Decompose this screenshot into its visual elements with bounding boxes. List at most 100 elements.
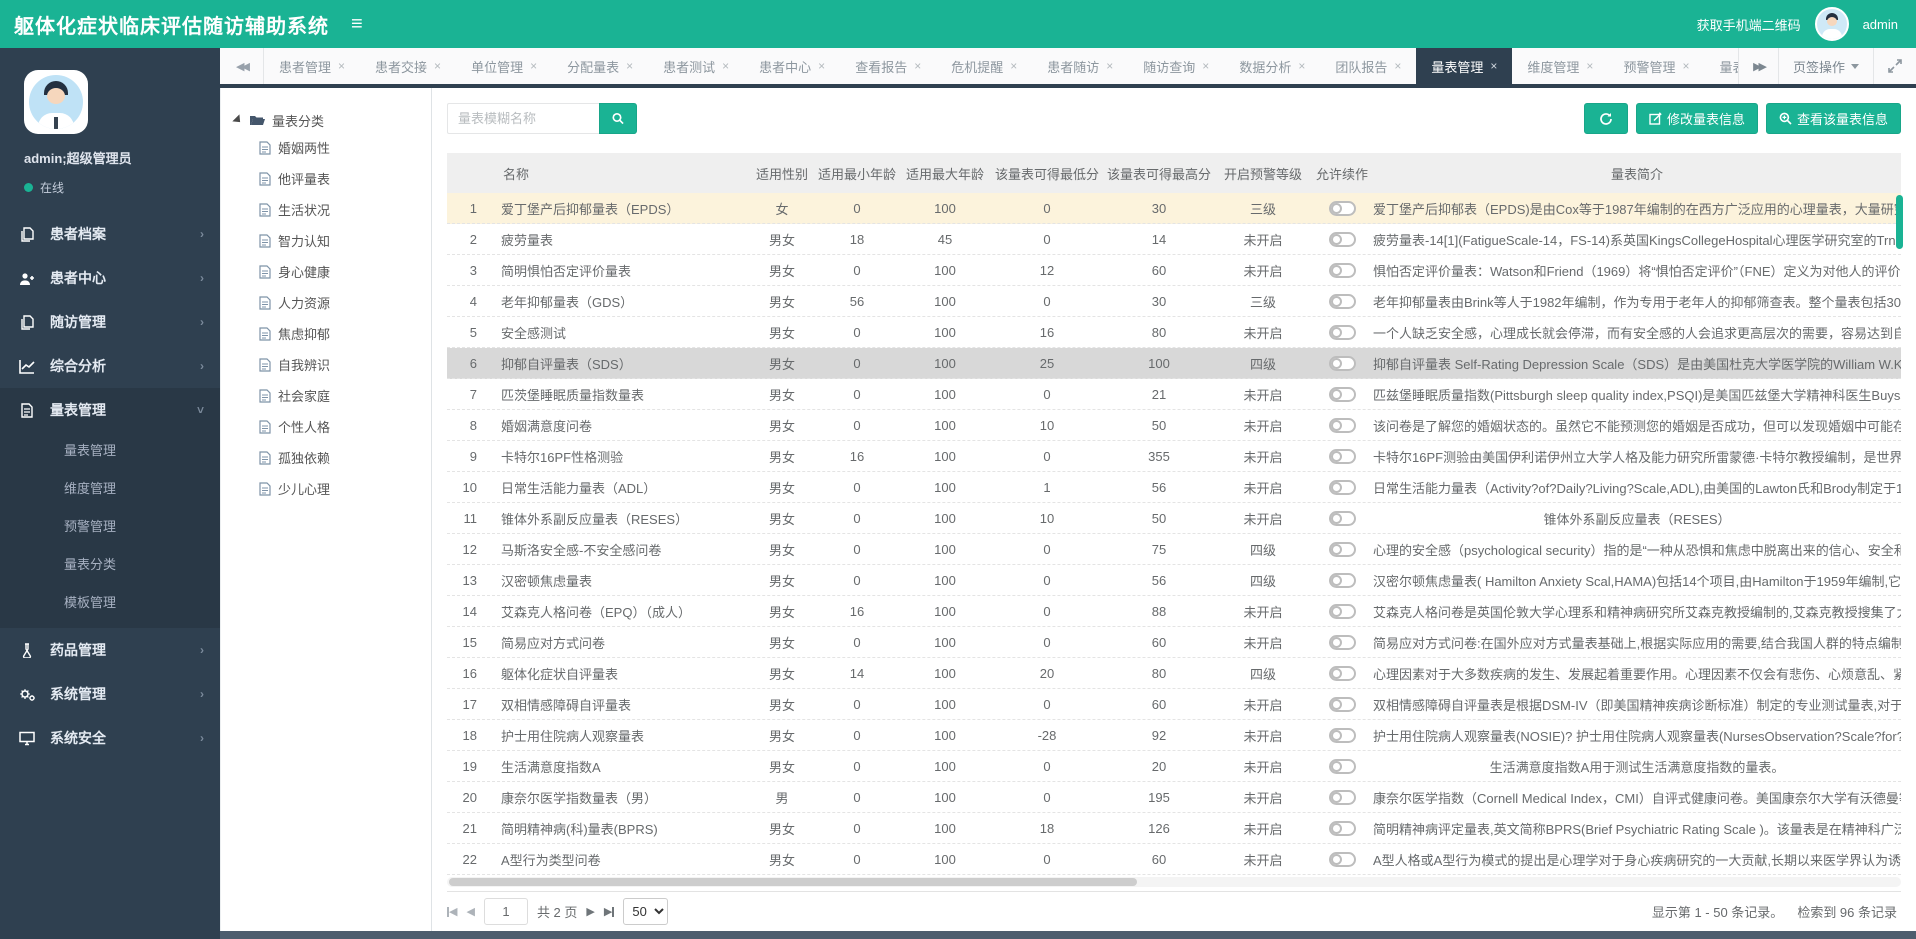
tab-close-icon[interactable]: × — [722, 59, 729, 73]
sidebar-item-patient-center[interactable]: 患者中心› — [0, 256, 220, 300]
avatar[interactable] — [24, 70, 88, 134]
fullscreen-icon[interactable] — [1873, 48, 1916, 84]
tab-预警管理[interactable]: 预警管理× — [1608, 48, 1704, 84]
allow-continue-toggle[interactable] — [1329, 790, 1356, 805]
allow-continue-toggle[interactable] — [1329, 821, 1356, 836]
table-row[interactable]: 7 匹茨堡睡眠质量指数量表 男女 0 100 0 21 未开启 匹兹堡睡眠质量指… — [447, 379, 1901, 410]
col-max-score[interactable]: 该量表可得最高分 — [1103, 164, 1215, 183]
allow-continue-toggle[interactable] — [1329, 573, 1356, 588]
tab-量表分类[interactable]: 量表分类× — [1704, 48, 1738, 84]
sidebar-item-scale-management[interactable]: 量表管理˅ — [0, 388, 220, 432]
table-row[interactable]: 6 抑郁自评量表（SDS） 男女 0 100 25 100 四级 抑郁自评量表 … — [447, 348, 1901, 379]
tab-危机提醒[interactable]: 危机提醒× — [936, 48, 1032, 84]
tab-options-button[interactable]: 页签操作 — [1778, 48, 1873, 84]
tab-close-icon[interactable]: × — [1202, 59, 1209, 73]
sidebar-subitem-template-management[interactable]: 模板管理 — [0, 584, 220, 622]
tab-查看报告[interactable]: 查看报告× — [840, 48, 936, 84]
col-gender[interactable]: 适用性别 — [749, 164, 815, 183]
sidebar-item-medicine[interactable]: 药品管理› — [0, 628, 220, 672]
allow-continue-toggle[interactable] — [1329, 697, 1356, 712]
search-button[interactable] — [599, 103, 637, 134]
allow-continue-toggle[interactable] — [1329, 604, 1356, 619]
col-intro[interactable]: 量表简介 — [1373, 164, 1901, 183]
page-number-input[interactable] — [484, 898, 528, 925]
tab-患者交接[interactable]: 患者交接× — [360, 48, 456, 84]
col-min-age[interactable]: 适用最小年龄 — [815, 164, 899, 183]
table-row[interactable]: 11 锥体外系副反应量表（RESES） 男女 0 100 10 50 未开启 锥… — [447, 503, 1901, 534]
sidebar-item-system-security[interactable]: 系统安全› — [0, 716, 220, 760]
sidebar-subitem-warning-management[interactable]: 预警管理 — [0, 508, 220, 546]
tabs-scroll-right-icon[interactable]: ▶▶ — [1738, 48, 1778, 84]
tab-分配量表[interactable]: 分配量表× — [552, 48, 648, 84]
tab-维度管理[interactable]: 维度管理× — [1512, 48, 1608, 84]
bottom-scroll-strip[interactable] — [220, 931, 1916, 939]
tab-患者管理[interactable]: 患者管理× — [264, 48, 360, 84]
allow-continue-toggle[interactable] — [1329, 511, 1356, 526]
sidebar-subitem-scale-management[interactable]: 量表管理 — [0, 432, 220, 470]
refresh-button[interactable] — [1584, 103, 1628, 134]
qr-code-link[interactable]: 获取手机端二维码 — [1697, 15, 1801, 34]
allow-continue-toggle[interactable] — [1329, 480, 1356, 495]
table-row[interactable]: 18 护士用住院病人观察量表 男女 0 100 -28 92 未开启 护士用住院… — [447, 720, 1901, 751]
sidebar-item-followup[interactable]: 随访管理› — [0, 300, 220, 344]
horizontal-scrollbar[interactable] — [447, 877, 1901, 887]
allow-continue-toggle[interactable] — [1329, 263, 1356, 278]
tree-item-少儿心理[interactable]: 少儿心理 — [233, 473, 431, 504]
table-row[interactable]: 13 汉密顿焦虑量表 男女 0 100 0 56 四级 汉密尔顿焦虑量表( Ha… — [447, 565, 1901, 596]
tab-单位管理[interactable]: 单位管理× — [456, 48, 552, 84]
tab-患者中心[interactable]: 患者中心× — [744, 48, 840, 84]
search-input[interactable] — [447, 103, 599, 134]
table-row[interactable]: 14 艾森克人格问卷（EPQ）（成人） 男女 16 100 0 88 未开启 艾… — [447, 596, 1901, 627]
table-row[interactable]: 15 简易应对方式问卷 男女 0 100 0 60 未开启 简易应对方式问卷:在… — [447, 627, 1901, 658]
header-username[interactable]: admin — [1863, 17, 1898, 32]
tab-团队报告[interactable]: 团队报告× — [1320, 48, 1416, 84]
avatar[interactable] — [1815, 7, 1849, 41]
last-page-icon[interactable]: ▶ — [604, 905, 614, 918]
allow-continue-toggle[interactable] — [1329, 542, 1356, 557]
table-row[interactable]: 12 马斯洛安全感-不安全感问卷 男女 0 100 0 75 四级 心理的安全感… — [447, 534, 1901, 565]
tab-close-icon[interactable]: × — [1490, 59, 1497, 73]
tab-close-icon[interactable]: × — [338, 59, 345, 73]
allow-continue-toggle[interactable] — [1329, 201, 1356, 216]
table-row[interactable]: 5 安全感测试 男女 0 100 16 80 未开启 一个人缺乏安全感，心理成长… — [447, 317, 1901, 348]
sidebar-item-analysis[interactable]: 综合分析› — [0, 344, 220, 388]
tab-close-icon[interactable]: × — [626, 59, 633, 73]
tab-患者随访[interactable]: 患者随访× — [1032, 48, 1128, 84]
table-row[interactable]: 10 日常生活能力量表（ADL） 男女 0 100 1 56 未开启 日常生活能… — [447, 472, 1901, 503]
allow-continue-toggle[interactable] — [1329, 232, 1356, 247]
first-page-icon[interactable]: ◀ — [447, 905, 457, 918]
allow-continue-toggle[interactable] — [1329, 759, 1356, 774]
table-row[interactable]: 9 卡特尔16PF性格测验 男女 16 100 0 355 未开启 卡特尔16P… — [447, 441, 1901, 472]
allow-continue-toggle[interactable] — [1329, 418, 1356, 433]
tree-root-scale-category[interactable]: 量表分类 — [233, 108, 431, 132]
tab-close-icon[interactable]: × — [1394, 59, 1401, 73]
tab-数据分析[interactable]: 数据分析× — [1224, 48, 1320, 84]
tree-item-婚姻两性[interactable]: 婚姻两性 — [233, 132, 431, 163]
view-scale-button[interactable]: 查看该量表信息 — [1766, 103, 1901, 134]
table-row[interactable]: 22 A型行为类型问卷 男女 0 100 0 60 未开启 A型人格或A型行为模… — [447, 844, 1901, 875]
prev-page-icon[interactable]: ◀ — [466, 905, 474, 918]
table-row[interactable]: 19 生活满意度指数A 男女 0 100 0 20 未开启 生活满意度指数A用于… — [447, 751, 1901, 782]
tree-item-焦虑抑郁[interactable]: 焦虑抑郁 — [233, 318, 431, 349]
tab-close-icon[interactable]: × — [1682, 59, 1689, 73]
col-name[interactable]: 名称 — [487, 164, 749, 183]
tree-item-他评量表[interactable]: 他评量表 — [233, 163, 431, 194]
sidebar-subitem-dimension-management[interactable]: 维度管理 — [0, 470, 220, 508]
table-row[interactable]: 17 双相情感障碍自评量表 男女 0 100 0 60 未开启 双相情感障碍自评… — [447, 689, 1901, 720]
allow-continue-toggle[interactable] — [1329, 387, 1356, 402]
allow-continue-toggle[interactable] — [1329, 666, 1356, 681]
allow-continue-toggle[interactable] — [1329, 356, 1356, 371]
tab-close-icon[interactable]: × — [530, 59, 537, 73]
tree-item-生活状况[interactable]: 生活状况 — [233, 194, 431, 225]
table-row[interactable]: 8 婚姻满意度问卷 男女 0 100 10 50 未开启 该问卷是了解您的婚姻状… — [447, 410, 1901, 441]
allow-continue-toggle[interactable] — [1329, 635, 1356, 650]
allow-continue-toggle[interactable] — [1329, 294, 1356, 309]
edit-scale-button[interactable]: 修改量表信息 — [1636, 103, 1758, 134]
tree-item-孤独依赖[interactable]: 孤独依赖 — [233, 442, 431, 473]
tab-患者测试[interactable]: 患者测试× — [648, 48, 744, 84]
table-row[interactable]: 21 简明精神病(科)量表(BPRS) 男女 0 100 18 126 未开启 … — [447, 813, 1901, 844]
next-page-icon[interactable]: ▶ — [586, 905, 594, 918]
tab-close-icon[interactable]: × — [434, 59, 441, 73]
col-min-score[interactable]: 该量表可得最低分 — [991, 164, 1103, 183]
allow-continue-toggle[interactable] — [1329, 852, 1356, 867]
